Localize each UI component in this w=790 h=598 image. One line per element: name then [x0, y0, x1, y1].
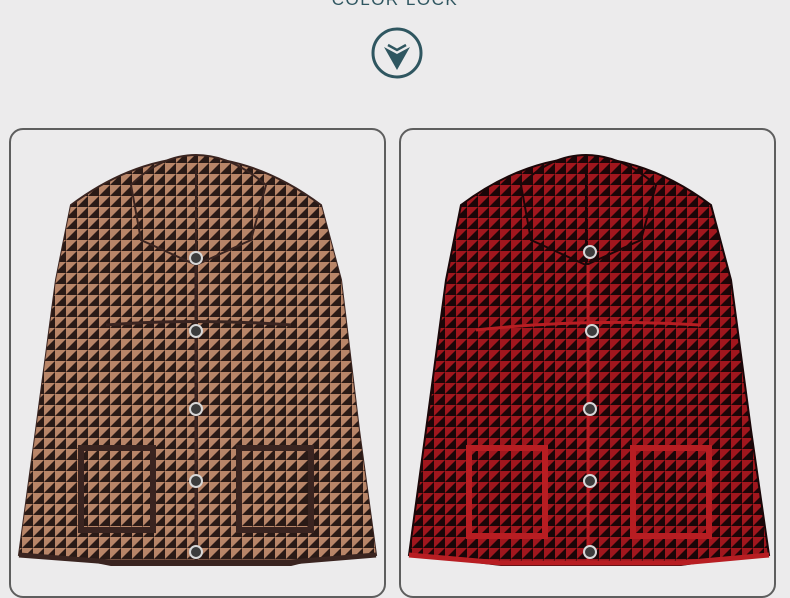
chevron-down-circle-icon [371, 27, 423, 79]
jacket-image-brown [17, 153, 378, 566]
product-card-red[interactable] [399, 128, 776, 598]
jacket-image-red [407, 153, 771, 566]
section-title: COLOR LOCK [0, 0, 790, 9]
product-card-brown[interactable] [9, 128, 386, 598]
